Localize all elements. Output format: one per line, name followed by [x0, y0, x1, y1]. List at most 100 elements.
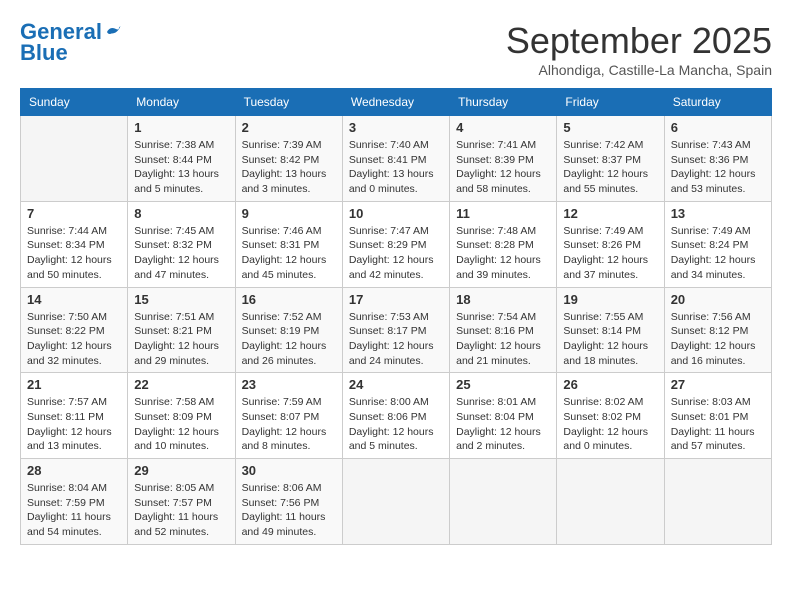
day-number: 24 [349, 377, 443, 392]
day-info: Sunrise: 8:01 AM Sunset: 8:04 PM Dayligh… [456, 395, 550, 454]
day-number: 1 [134, 120, 228, 135]
day-number: 4 [456, 120, 550, 135]
day-number: 2 [242, 120, 336, 135]
day-number: 11 [456, 206, 550, 221]
day-info: Sunrise: 7:52 AM Sunset: 8:19 PM Dayligh… [242, 310, 336, 369]
day-number: 26 [563, 377, 657, 392]
calendar-cell: 5Sunrise: 7:42 AM Sunset: 8:37 PM Daylig… [557, 116, 664, 202]
day-number: 3 [349, 120, 443, 135]
day-number: 29 [134, 463, 228, 478]
weekday-header-sunday: Sunday [21, 89, 128, 116]
calendar-cell: 24 Sunrise: 8:00 AM Sunset: 8:06 PM Dayli… [342, 373, 449, 459]
calendar-week-row: 1 Sunrise: 7:38 AM Sunset: 8:44 PM Daylig… [21, 116, 772, 202]
calendar-cell: 30 Sunrise: 8:06 AM Sunset: 7:56 PM Dayli… [235, 459, 342, 545]
day-number: 23 [242, 377, 336, 392]
logo: General Blue [20, 20, 122, 66]
weekday-header-friday: Friday [557, 89, 664, 116]
day-number: 30 [242, 463, 336, 478]
day-info: Sunrise: 8:03 AM Sunset: 8:01 PM Dayligh… [671, 395, 765, 454]
title-block: September 2025 Alhondiga, Castille-La Ma… [506, 20, 772, 78]
day-info: Sunrise: 7:38 AM Sunset: 8:44 PM Dayligh… [134, 138, 228, 197]
day-info: Sunrise: 7:54 AM Sunset: 8:16 PM Dayligh… [456, 310, 550, 369]
calendar-cell: 20Sunrise: 7:56 AM Sunset: 8:12 PM Dayli… [664, 287, 771, 373]
day-info: Sunrise: 7:40 AM Sunset: 8:41 PM Dayligh… [349, 138, 443, 197]
day-number: 21 [27, 377, 121, 392]
calendar-cell: 13Sunrise: 7:49 AM Sunset: 8:24 PM Dayli… [664, 201, 771, 287]
day-info: Sunrise: 7:53 AM Sunset: 8:17 PM Dayligh… [349, 310, 443, 369]
calendar-cell: 8Sunrise: 7:45 AM Sunset: 8:32 PM Daylig… [128, 201, 235, 287]
day-info: Sunrise: 7:50 AM Sunset: 8:22 PM Dayligh… [27, 310, 121, 369]
weekday-header-monday: Monday [128, 89, 235, 116]
calendar-cell [342, 459, 449, 545]
calendar-cell: 12 Sunrise: 7:49 AM Sunset: 8:26 PM Dayli… [557, 201, 664, 287]
calendar-cell: 14 Sunrise: 7:50 AM Sunset: 8:22 PM Dayli… [21, 287, 128, 373]
day-info: Sunrise: 7:47 AM Sunset: 8:29 PM Dayligh… [349, 224, 443, 283]
day-number: 6 [671, 120, 765, 135]
weekday-header-tuesday: Tuesday [235, 89, 342, 116]
day-number: 12 [563, 206, 657, 221]
calendar-cell: 27 Sunrise: 8:03 AM Sunset: 8:01 PM Dayli… [664, 373, 771, 459]
day-info: Sunrise: 8:02 AM Sunset: 8:02 PM Dayligh… [563, 395, 657, 454]
calendar-cell: 2Sunrise: 7:39 AM Sunset: 8:42 PM Daylig… [235, 116, 342, 202]
day-info: Sunrise: 8:04 AM Sunset: 7:59 PM Dayligh… [27, 481, 121, 540]
calendar-cell: 19 Sunrise: 7:55 AM Sunset: 8:14 PM Dayli… [557, 287, 664, 373]
weekday-header-row: SundayMondayTuesdayWednesdayThursdayFrid… [21, 89, 772, 116]
calendar-week-row: 28 Sunrise: 8:04 AM Sunset: 7:59 PM Dayli… [21, 459, 772, 545]
day-info: Sunrise: 8:00 AM Sunset: 8:06 PM Dayligh… [349, 395, 443, 454]
day-number: 18 [456, 292, 550, 307]
calendar-cell: 28 Sunrise: 8:04 AM Sunset: 7:59 PM Dayli… [21, 459, 128, 545]
calendar-cell: 3 Sunrise: 7:40 AM Sunset: 8:41 PM Daylig… [342, 116, 449, 202]
day-info: Sunrise: 7:43 AM Sunset: 8:36 PM Dayligh… [671, 138, 765, 197]
day-info: Sunrise: 7:56 AM Sunset: 8:12 PM Dayligh… [671, 310, 765, 369]
calendar-cell: 21 Sunrise: 7:57 AM Sunset: 8:11 PM Dayli… [21, 373, 128, 459]
calendar-cell [557, 459, 664, 545]
location: Alhondiga, Castille-La Mancha, Spain [506, 62, 772, 78]
day-number: 17 [349, 292, 443, 307]
day-number: 27 [671, 377, 765, 392]
day-number: 16 [242, 292, 336, 307]
calendar-cell: 29Sunrise: 8:05 AM Sunset: 7:57 PM Dayli… [128, 459, 235, 545]
calendar-week-row: 21 Sunrise: 7:57 AM Sunset: 8:11 PM Dayli… [21, 373, 772, 459]
calendar-table: SundayMondayTuesdayWednesdayThursdayFrid… [20, 88, 772, 545]
day-number: 13 [671, 206, 765, 221]
calendar-cell: 26 Sunrise: 8:02 AM Sunset: 8:02 PM Dayli… [557, 373, 664, 459]
calendar-cell: 9 Sunrise: 7:46 AM Sunset: 8:31 PM Daylig… [235, 201, 342, 287]
calendar-cell: 25 Sunrise: 8:01 AM Sunset: 8:04 PM Dayli… [450, 373, 557, 459]
day-info: Sunrise: 7:57 AM Sunset: 8:11 PM Dayligh… [27, 395, 121, 454]
weekday-header-thursday: Thursday [450, 89, 557, 116]
day-number: 25 [456, 377, 550, 392]
day-info: Sunrise: 8:06 AM Sunset: 7:56 PM Dayligh… [242, 481, 336, 540]
day-number: 9 [242, 206, 336, 221]
day-info: Sunrise: 7:46 AM Sunset: 8:31 PM Dayligh… [242, 224, 336, 283]
calendar-cell: 15Sunrise: 7:51 AM Sunset: 8:21 PM Dayli… [128, 287, 235, 373]
calendar-cell: 22 Sunrise: 7:58 AM Sunset: 8:09 PM Dayli… [128, 373, 235, 459]
calendar-cell: 10 Sunrise: 7:47 AM Sunset: 8:29 PM Dayli… [342, 201, 449, 287]
day-number: 28 [27, 463, 121, 478]
day-number: 19 [563, 292, 657, 307]
calendar-cell [21, 116, 128, 202]
day-number: 14 [27, 292, 121, 307]
day-number: 7 [27, 206, 121, 221]
calendar-cell: 1 Sunrise: 7:38 AM Sunset: 8:44 PM Daylig… [128, 116, 235, 202]
day-number: 22 [134, 377, 228, 392]
calendar-cell: 7 Sunrise: 7:44 AM Sunset: 8:34 PM Daylig… [21, 201, 128, 287]
calendar-cell: 23 Sunrise: 7:59 AM Sunset: 8:07 PM Dayli… [235, 373, 342, 459]
weekday-header-saturday: Saturday [664, 89, 771, 116]
day-number: 8 [134, 206, 228, 221]
day-info: Sunrise: 7:48 AM Sunset: 8:28 PM Dayligh… [456, 224, 550, 283]
page-header: General Blue September 2025 Alhondiga, C… [20, 20, 772, 78]
day-info: Sunrise: 7:44 AM Sunset: 8:34 PM Dayligh… [27, 224, 121, 283]
calendar-week-row: 14 Sunrise: 7:50 AM Sunset: 8:22 PM Dayli… [21, 287, 772, 373]
calendar-cell: 17 Sunrise: 7:53 AM Sunset: 8:17 PM Dayli… [342, 287, 449, 373]
calendar-cell [450, 459, 557, 545]
day-number: 10 [349, 206, 443, 221]
day-info: Sunrise: 7:55 AM Sunset: 8:14 PM Dayligh… [563, 310, 657, 369]
calendar-week-row: 7 Sunrise: 7:44 AM Sunset: 8:34 PM Daylig… [21, 201, 772, 287]
calendar-cell: 18 Sunrise: 7:54 AM Sunset: 8:16 PM Dayli… [450, 287, 557, 373]
logo-icon [104, 23, 122, 41]
day-info: Sunrise: 7:59 AM Sunset: 8:07 PM Dayligh… [242, 395, 336, 454]
day-info: Sunrise: 7:49 AM Sunset: 8:26 PM Dayligh… [563, 224, 657, 283]
day-info: Sunrise: 7:58 AM Sunset: 8:09 PM Dayligh… [134, 395, 228, 454]
calendar-cell: 11 Sunrise: 7:48 AM Sunset: 8:28 PM Dayli… [450, 201, 557, 287]
calendar-cell: 6 Sunrise: 7:43 AM Sunset: 8:36 PM Daylig… [664, 116, 771, 202]
